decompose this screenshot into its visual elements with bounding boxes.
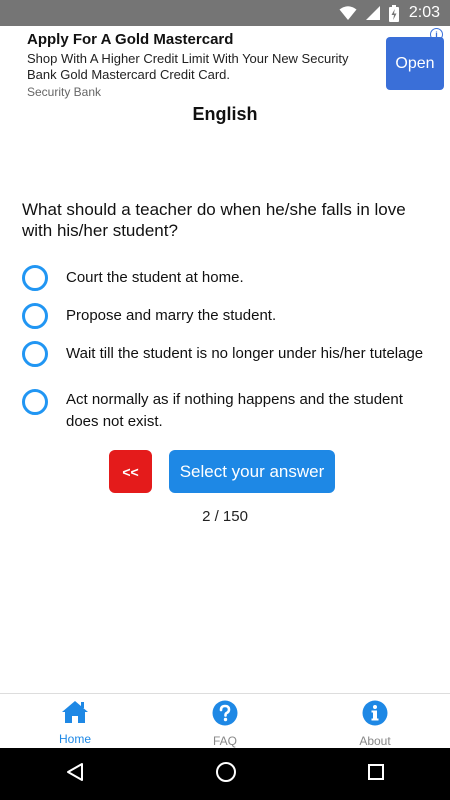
bottom-navigation: Home FAQ About: [0, 693, 450, 748]
info-icon: [362, 700, 388, 731]
previous-question-button[interactable]: <<: [109, 450, 152, 493]
question-text: What should a teacher do when he/she fal…: [22, 200, 406, 240]
option-label[interactable]: Wait till the student is no longer under…: [66, 343, 428, 365]
nav-label-about: About: [359, 734, 391, 748]
radio-button[interactable]: [22, 341, 48, 367]
radio-button[interactable]: [22, 389, 48, 415]
nav-label-home: Home: [58, 732, 91, 746]
select-answer-button[interactable]: Select your answer: [169, 450, 335, 493]
ad-title[interactable]: Apply For A Gold Mastercard: [27, 31, 233, 48]
option-label[interactable]: Act normally as if nothing happens and t…: [66, 389, 426, 433]
home-circle-icon[interactable]: [215, 761, 237, 788]
nav-item-home[interactable]: Home: [0, 694, 150, 748]
ad-info-icon[interactable]: i: [430, 28, 443, 41]
ad-open-button[interactable]: Open: [386, 37, 444, 90]
nav-item-about[interactable]: About: [300, 694, 450, 748]
battery-icon: [388, 4, 399, 22]
signal-icon: [365, 5, 381, 21]
answer-option-3[interactable]: Wait till the student is no longer under…: [22, 341, 432, 367]
system-navigation-bar: [0, 748, 450, 800]
ad-source: Security Bank: [27, 85, 102, 99]
status-time: 2:03: [408, 4, 440, 21]
back-icon[interactable]: [65, 762, 85, 787]
question-counter: 2 / 150: [202, 508, 248, 525]
recents-icon[interactable]: [367, 763, 385, 786]
answer-option-2[interactable]: Propose and marry the student.: [22, 303, 432, 329]
radio-button[interactable]: [22, 265, 48, 291]
option-label[interactable]: Court the student at home.: [66, 267, 244, 289]
question-icon: [212, 700, 238, 731]
page-title: English: [192, 104, 258, 124]
wifi-icon: [339, 5, 357, 21]
answer-option-4[interactable]: Act normally as if nothing happens and t…: [22, 389, 432, 433]
ad-description[interactable]: Shop With A Higher Credit Limit With You…: [27, 51, 372, 83]
radio-button[interactable]: [22, 303, 48, 329]
status-bar: 2:03: [0, 0, 450, 26]
home-icon: [61, 700, 89, 729]
nav-item-faq[interactable]: FAQ: [150, 694, 300, 748]
ad-banner[interactable]: Apply For A Gold Mastercard Shop With A …: [0, 26, 450, 102]
option-label[interactable]: Propose and marry the student.: [66, 305, 276, 327]
answer-option-1[interactable]: Court the student at home.: [22, 265, 432, 291]
nav-label-faq: FAQ: [212, 734, 237, 748]
